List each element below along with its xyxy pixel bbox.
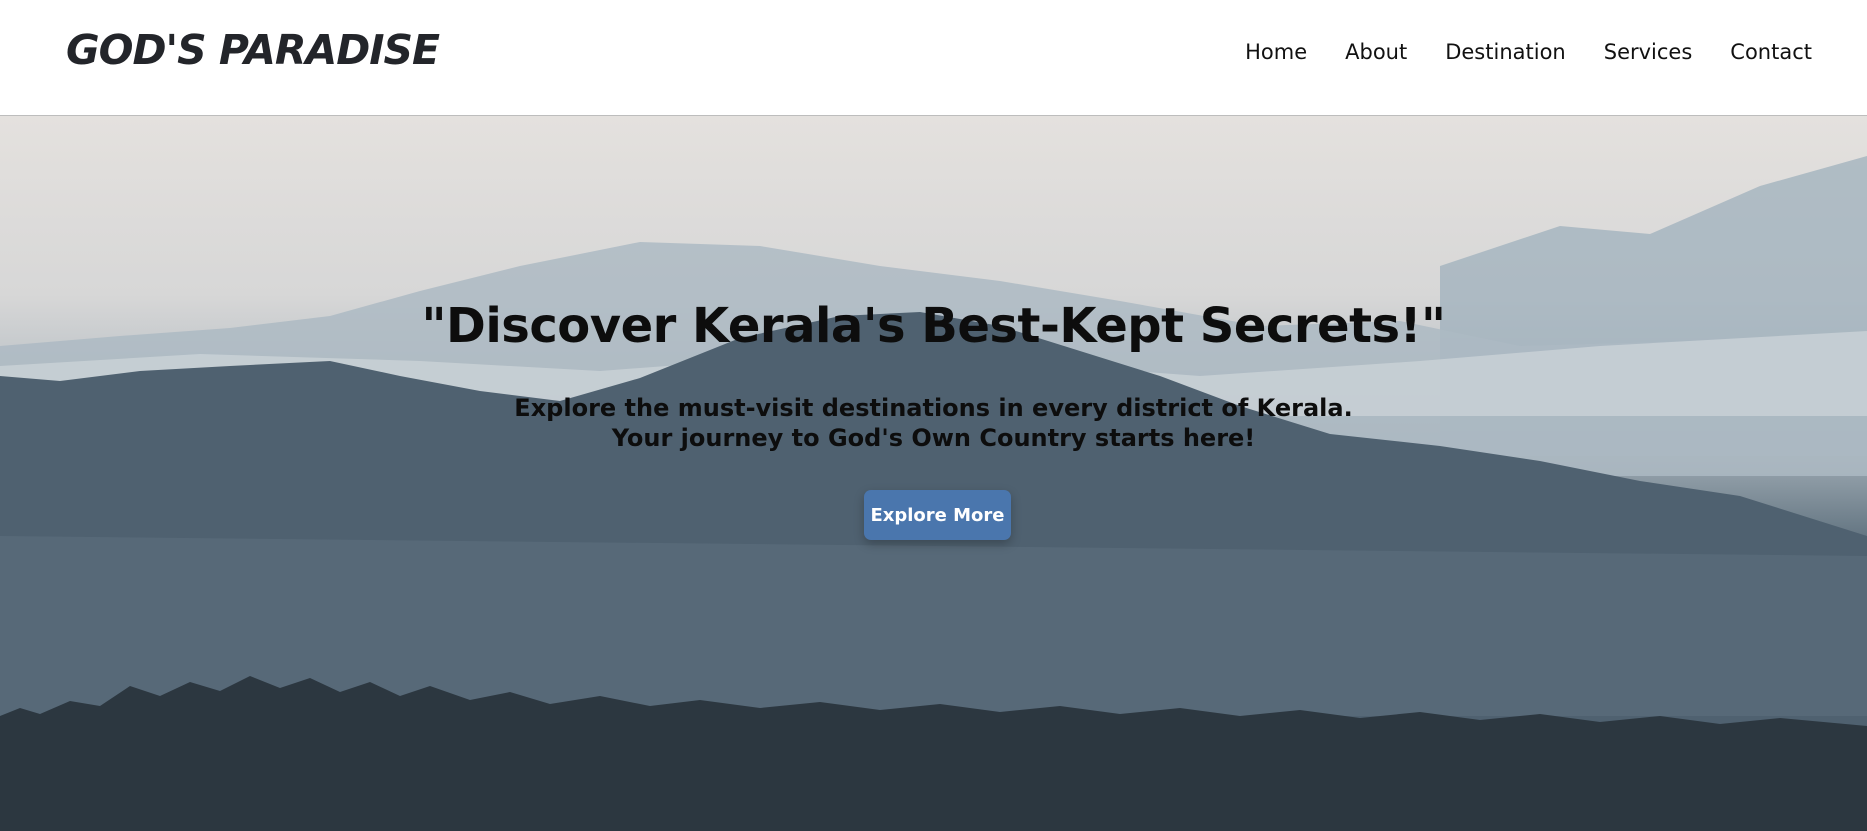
hero-subtitle-line2: Your journey to God's Own Country starts… [611, 424, 1256, 452]
site-logo[interactable]: GOD'S PARADISE [66, 26, 440, 74]
nav-link-services[interactable]: Services [1604, 40, 1693, 64]
hero-title: "Discover Kerala's Best-Kept Secrets!" [421, 298, 1446, 354]
hero-subtitle-line1: Explore the must-visit destinations in e… [514, 394, 1353, 422]
nav-link-contact[interactable]: Contact [1730, 40, 1812, 64]
nav-menu: Home About Destination Services Contact [1245, 40, 1812, 64]
nav-link-destination[interactable]: Destination [1445, 40, 1566, 64]
hero-background-image [0, 156, 1867, 831]
nav-link-home[interactable]: Home [1245, 40, 1307, 64]
explore-more-button[interactable]: Explore More [864, 490, 1011, 540]
navbar: GOD'S PARADISE Home About Destination Se… [0, 0, 1867, 116]
hero-section: "Discover Kerala's Best-Kept Secrets!" E… [0, 116, 1867, 831]
nav-link-about[interactable]: About [1345, 40, 1407, 64]
